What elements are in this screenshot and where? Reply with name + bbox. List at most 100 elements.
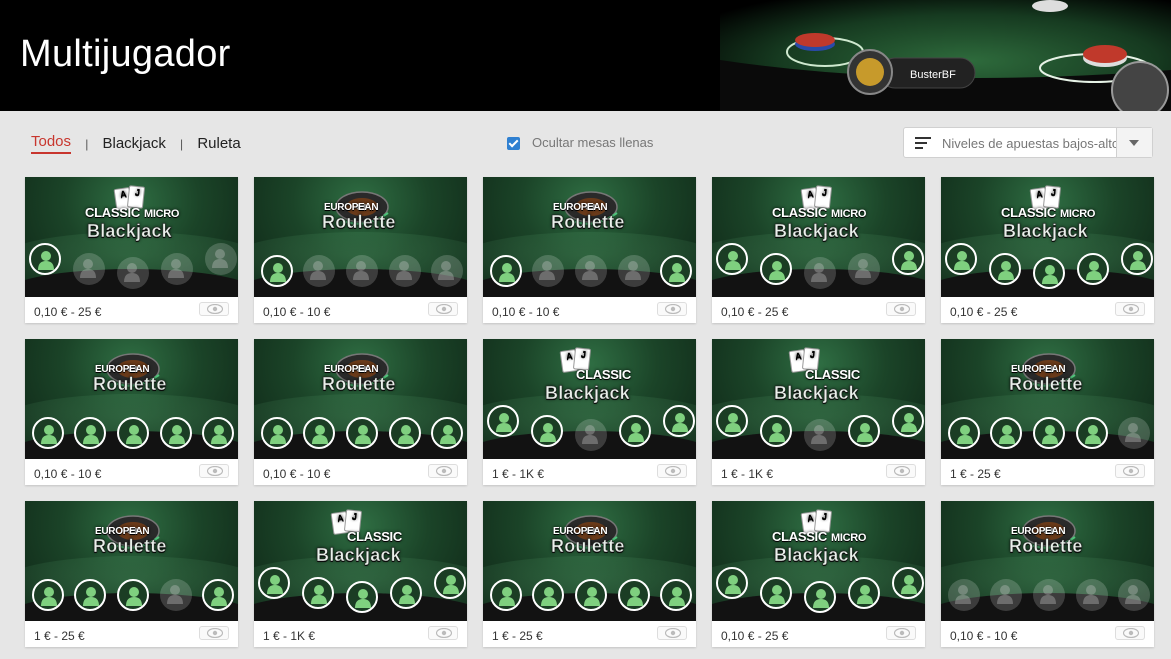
table-thumbnail[interactable]: A J CLASSIC Blackjack bbox=[483, 339, 696, 459]
table-card[interactable]: EUROPEAN Roulette 0,10 € - 10 € bbox=[941, 501, 1154, 647]
table-thumbnail[interactable]: EUROPEAN Roulette bbox=[25, 339, 238, 459]
table-thumbnail[interactable]: EUROPEAN Roulette bbox=[25, 501, 238, 621]
seat-free-icon[interactable] bbox=[618, 579, 650, 611]
table-card[interactable]: EUROPEAN Roulette 0,10 € - 10 € bbox=[483, 177, 696, 323]
table-card[interactable]: EUROPEAN Roulette 1 € - 25 € bbox=[941, 339, 1154, 485]
seat-free-icon[interactable] bbox=[892, 243, 924, 275]
seat-free-icon[interactable] bbox=[848, 577, 880, 609]
seat-free-icon[interactable] bbox=[804, 581, 836, 613]
seat-free-icon[interactable] bbox=[760, 253, 792, 285]
hide-full-checkbox[interactable] bbox=[507, 137, 520, 151]
chevron-down-icon[interactable] bbox=[1116, 128, 1152, 157]
seat-free-icon[interactable] bbox=[346, 581, 378, 613]
eye-icon[interactable] bbox=[1115, 302, 1145, 316]
table-card[interactable]: A J CLASSIC Blackjack 1 € - 1K € bbox=[712, 339, 925, 485]
seat-free-icon[interactable] bbox=[660, 579, 692, 611]
sort-dropdown[interactable]: Niveles de apuestas bajos-altos bbox=[903, 127, 1153, 158]
eye-icon[interactable] bbox=[886, 302, 916, 316]
seat-free-icon[interactable] bbox=[531, 415, 563, 447]
table-card[interactable]: EUROPEAN Roulette 0,10 € - 10 € bbox=[254, 177, 467, 323]
eye-icon[interactable] bbox=[657, 626, 687, 640]
table-card[interactable]: EUROPEAN Roulette 1 € - 25 € bbox=[483, 501, 696, 647]
tab-todos[interactable]: Todos bbox=[31, 133, 72, 154]
seat-free-icon[interactable] bbox=[716, 243, 748, 275]
eye-icon[interactable] bbox=[428, 464, 458, 478]
seat-free-icon[interactable] bbox=[160, 417, 192, 449]
seat-free-icon[interactable] bbox=[532, 579, 564, 611]
seat-free-icon[interactable] bbox=[490, 255, 522, 287]
seat-free-icon[interactable] bbox=[117, 417, 149, 449]
seat-free-icon[interactable] bbox=[202, 579, 234, 611]
table-card[interactable]: A J CLASSIC MICRO Blackjack 0,10 € - 25 € bbox=[25, 177, 238, 323]
seat-free-icon[interactable] bbox=[575, 579, 607, 611]
seat-free-icon[interactable] bbox=[261, 255, 293, 287]
seat-free-icon[interactable] bbox=[716, 567, 748, 599]
seat-free-icon[interactable] bbox=[390, 577, 422, 609]
table-thumbnail[interactable]: A J CLASSIC Blackjack bbox=[254, 501, 467, 621]
table-card[interactable]: EUROPEAN Roulette 0,10 € - 10 € bbox=[254, 339, 467, 485]
seat-free-icon[interactable] bbox=[74, 417, 106, 449]
table-thumbnail[interactable]: A J CLASSIC Blackjack bbox=[712, 339, 925, 459]
table-thumbnail[interactable]: A J CLASSIC MICRO Blackjack bbox=[712, 501, 925, 621]
seat-free-icon[interactable] bbox=[660, 255, 692, 287]
table-thumbnail[interactable]: EUROPEAN Roulette bbox=[483, 177, 696, 297]
table-thumbnail[interactable]: EUROPEAN Roulette bbox=[483, 501, 696, 621]
seat-free-icon[interactable] bbox=[892, 567, 924, 599]
seat-free-icon[interactable] bbox=[434, 567, 466, 599]
seat-free-icon[interactable] bbox=[32, 579, 64, 611]
seat-free-icon[interactable] bbox=[619, 415, 651, 447]
seat-free-icon[interactable] bbox=[258, 567, 290, 599]
seat-free-icon[interactable] bbox=[117, 579, 149, 611]
seat-free-icon[interactable] bbox=[202, 417, 234, 449]
table-thumbnail[interactable]: EUROPEAN Roulette bbox=[254, 177, 467, 297]
seat-free-icon[interactable] bbox=[261, 417, 293, 449]
seat-free-icon[interactable] bbox=[1077, 253, 1109, 285]
tab-ruleta[interactable]: Ruleta bbox=[197, 135, 240, 152]
seat-free-icon[interactable] bbox=[303, 417, 335, 449]
seat-free-icon[interactable] bbox=[1033, 417, 1065, 449]
eye-icon[interactable] bbox=[886, 626, 916, 640]
seat-free-icon[interactable] bbox=[948, 417, 980, 449]
seat-free-icon[interactable] bbox=[29, 243, 61, 275]
seat-free-icon[interactable] bbox=[487, 405, 519, 437]
seat-free-icon[interactable] bbox=[760, 415, 792, 447]
seat-free-icon[interactable] bbox=[490, 579, 522, 611]
seat-free-icon[interactable] bbox=[760, 577, 792, 609]
seat-free-icon[interactable] bbox=[346, 417, 378, 449]
eye-icon[interactable] bbox=[199, 302, 229, 316]
eye-icon[interactable] bbox=[428, 302, 458, 316]
seat-free-icon[interactable] bbox=[663, 405, 695, 437]
table-card[interactable]: EUROPEAN Roulette 0,10 € - 10 € bbox=[25, 339, 238, 485]
table-card[interactable]: A J CLASSIC Blackjack 1 € - 1K € bbox=[254, 501, 467, 647]
table-thumbnail[interactable]: A J CLASSIC MICRO Blackjack bbox=[941, 177, 1154, 297]
table-card[interactable]: A J CLASSIC MICRO Blackjack 0,10 € - 25 € bbox=[712, 177, 925, 323]
eye-icon[interactable] bbox=[657, 302, 687, 316]
eye-icon[interactable] bbox=[428, 626, 458, 640]
table-thumbnail[interactable]: EUROPEAN Roulette bbox=[941, 339, 1154, 459]
eye-icon[interactable] bbox=[199, 464, 229, 478]
hide-full-tables-option[interactable]: Ocultar mesas llenas bbox=[507, 135, 653, 151]
seat-free-icon[interactable] bbox=[848, 415, 880, 447]
table-card[interactable]: A J CLASSIC MICRO Blackjack 0,10 € - 25 € bbox=[712, 501, 925, 647]
seat-free-icon[interactable] bbox=[1121, 243, 1153, 275]
seat-free-icon[interactable] bbox=[945, 243, 977, 275]
seat-free-icon[interactable] bbox=[892, 405, 924, 437]
seat-free-icon[interactable] bbox=[1033, 257, 1065, 289]
table-thumbnail[interactable]: EUROPEAN Roulette bbox=[941, 501, 1154, 621]
table-card[interactable]: A J CLASSIC Blackjack 1 € - 1K € bbox=[483, 339, 696, 485]
table-card[interactable]: EUROPEAN Roulette 1 € - 25 € bbox=[25, 501, 238, 647]
table-thumbnail[interactable]: A J CLASSIC MICRO Blackjack bbox=[25, 177, 238, 297]
table-thumbnail[interactable]: EUROPEAN Roulette bbox=[254, 339, 467, 459]
seat-free-icon[interactable] bbox=[990, 417, 1022, 449]
eye-icon[interactable] bbox=[199, 626, 229, 640]
eye-icon[interactable] bbox=[886, 464, 916, 478]
seat-free-icon[interactable] bbox=[1076, 417, 1108, 449]
seat-free-icon[interactable] bbox=[32, 417, 64, 449]
eye-icon[interactable] bbox=[1115, 464, 1145, 478]
tab-blackjack[interactable]: Blackjack bbox=[103, 135, 166, 152]
table-thumbnail[interactable]: A J CLASSIC MICRO Blackjack bbox=[712, 177, 925, 297]
table-card[interactable]: A J CLASSIC MICRO Blackjack 0,10 € - 25 € bbox=[941, 177, 1154, 323]
eye-icon[interactable] bbox=[1115, 626, 1145, 640]
eye-icon[interactable] bbox=[657, 464, 687, 478]
seat-free-icon[interactable] bbox=[302, 577, 334, 609]
